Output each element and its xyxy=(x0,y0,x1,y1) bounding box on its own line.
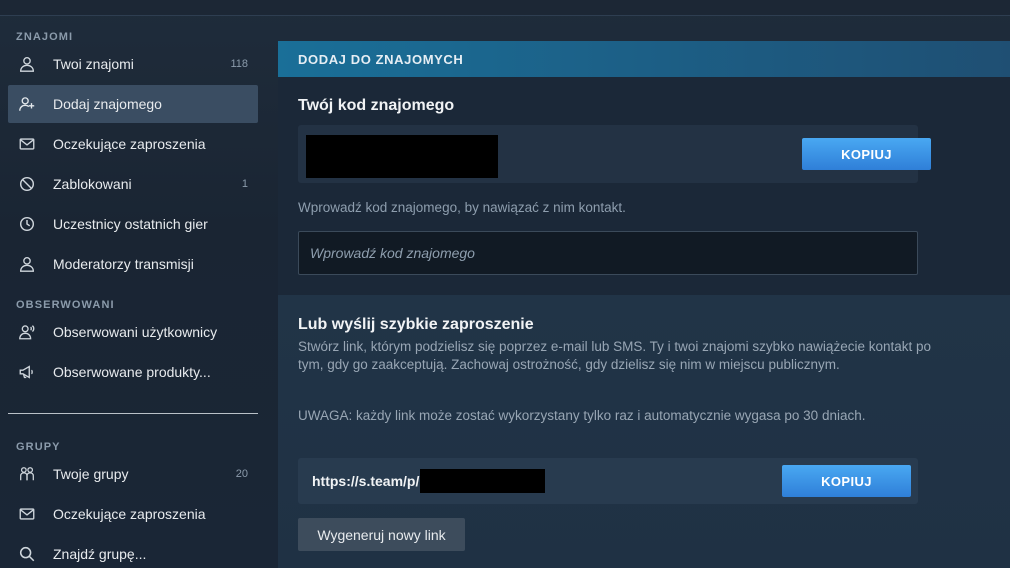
sidebar: ZNAJOMI Twoi znajomi 118 Dodaj znajomego… xyxy=(0,17,266,568)
quick-invite-description: Stwórz link, którym podzielisz się poprz… xyxy=(298,339,931,372)
sidebar-item-group-invites[interactable]: Oczekujące zaproszenia xyxy=(8,495,258,533)
sidebar-item-label: Dodaj znajomego xyxy=(53,96,162,112)
sidebar-item-find-group[interactable]: Znajdź grupę... xyxy=(8,535,258,568)
invite-link-text: https://s.team/p/ xyxy=(312,473,420,489)
sidebar-item-add-friend[interactable]: Dodaj znajomego xyxy=(8,85,258,123)
section-label-groups: GRUPY xyxy=(16,441,61,453)
blocked-icon xyxy=(17,174,37,194)
redacted-invite-link xyxy=(420,469,545,493)
sidebar-item-label: Uczestnicy ostatnich gier xyxy=(53,216,208,232)
group-icon xyxy=(17,464,37,484)
generate-new-link-button[interactable]: Wygeneruj nowy link xyxy=(298,518,465,551)
quick-invite-heading: Lub wyślij szybkie zaproszenie xyxy=(298,316,534,333)
window-top-bar xyxy=(0,0,1010,16)
search-icon xyxy=(17,544,37,564)
envelope-icon xyxy=(17,134,37,154)
invite-link-box: https://s.team/p/ KOPIUJ xyxy=(298,458,918,504)
person-broadcast-icon xyxy=(17,322,37,342)
megaphone-icon xyxy=(17,362,37,382)
sidebar-item-label: Oczekujące zaproszenia xyxy=(53,136,206,152)
sidebar-item-pending-invites[interactable]: Oczekujące zaproszenia xyxy=(8,125,258,163)
sidebar-item-your-friends[interactable]: Twoi znajomi 118 xyxy=(8,45,258,83)
person-icon xyxy=(17,54,37,74)
sidebar-item-followed-products[interactable]: Obserwowane produkty... xyxy=(8,353,258,391)
clock-icon xyxy=(17,214,37,234)
section-label-friends: ZNAJOMI xyxy=(16,31,74,43)
sidebar-item-blocked[interactable]: Zablokowani 1 xyxy=(8,165,258,203)
sidebar-item-label: Znajdź grupę... xyxy=(53,546,147,562)
friends-count-badge: 118 xyxy=(230,58,248,70)
sidebar-item-label: Moderatorzy transmisji xyxy=(53,256,194,272)
add-friend-panel: DODAJ DO ZNAJOMYCH Twój kod znajomego KO… xyxy=(278,41,1010,568)
friend-code-hint: Wprowadź kod znajomego, by nawiązać z ni… xyxy=(298,200,626,215)
sidebar-item-label: Oczekujące zaproszenia xyxy=(53,506,206,522)
copy-invite-link-button[interactable]: KOPIUJ xyxy=(782,465,911,497)
redacted-friend-code xyxy=(306,135,498,178)
sidebar-item-your-groups[interactable]: Twoje grupy 20 xyxy=(8,455,258,493)
sidebar-item-label: Zablokowani xyxy=(53,176,132,192)
person-icon xyxy=(17,254,37,274)
sidebar-item-label: Twoi znajomi xyxy=(53,56,134,72)
blocked-count-badge: 1 xyxy=(241,178,248,190)
envelope-icon xyxy=(17,504,37,524)
friend-code-box: KOPIUJ xyxy=(298,125,931,183)
sidebar-item-label: Twoje grupy xyxy=(53,466,129,482)
sidebar-item-label: Obserwowani użytkownicy xyxy=(53,324,218,340)
add-person-icon xyxy=(17,94,37,114)
sidebar-item-recent-players[interactable]: Uczestnicy ostatnich gier xyxy=(8,205,258,243)
sidebar-divider xyxy=(8,413,258,414)
copy-friend-code-button[interactable]: KOPIUJ xyxy=(802,138,931,170)
friend-code-input[interactable] xyxy=(298,231,918,275)
sidebar-item-label: Obserwowane produkty... xyxy=(53,364,211,380)
groups-count-badge: 20 xyxy=(235,468,248,480)
sidebar-item-followed-users[interactable]: Obserwowani użytkownicy xyxy=(8,313,258,351)
quick-invite-warning: UWAGA: każdy link może zostać wykorzysta… xyxy=(298,408,866,423)
page-title: DODAJ DO ZNAJOMYCH xyxy=(278,41,1010,77)
friend-code-heading: Twój kod znajomego xyxy=(298,97,455,114)
sidebar-item-broadcast-moderators[interactable]: Moderatorzy transmisji xyxy=(8,245,258,283)
section-label-following: OBSERWOWANI xyxy=(16,299,115,311)
